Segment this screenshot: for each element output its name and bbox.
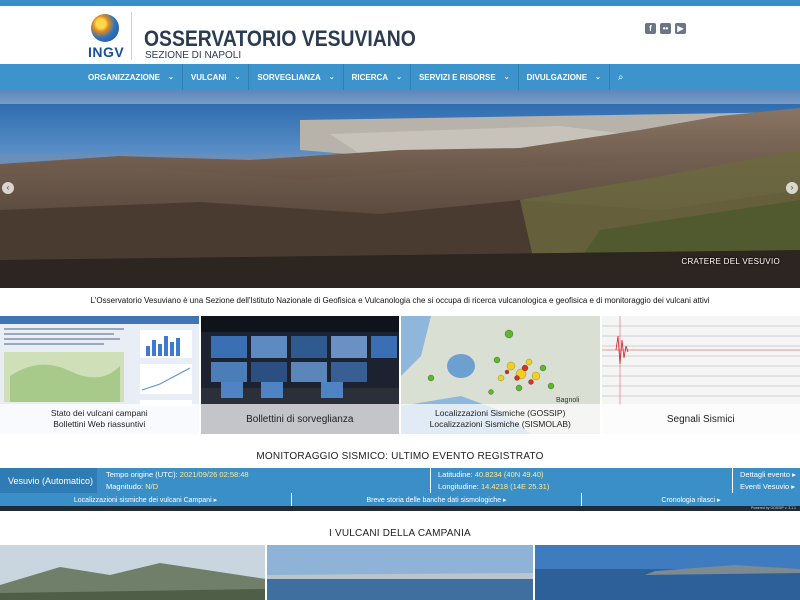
volcano-photo[interactable] bbox=[267, 545, 533, 600]
longitude-value: 14.4218 (14E 25.31) bbox=[480, 482, 550, 491]
nav-label: SERVIZI E RISORSE bbox=[418, 72, 496, 82]
origin-time-row: Tempo origine (UTC): 2021/09/26 02:58:48 bbox=[106, 470, 249, 479]
header-divider bbox=[131, 12, 132, 60]
chevron-down-icon: ⌄ bbox=[168, 74, 174, 81]
link-localizzazioni-campani[interactable]: Localizzazioni sismiche dei vulcani Camp… bbox=[0, 493, 292, 506]
site-header: INGV OSSERVATORIO VESUVIANO SEZIONE DI N… bbox=[0, 6, 800, 64]
tile-caption: Segnali Sismici bbox=[601, 404, 800, 434]
volcanoes-section-title: I VULCANI DELLA CAMPANIA bbox=[329, 528, 471, 539]
hero-caption: CRATERE DEL VESUVIO bbox=[681, 257, 780, 266]
prev-slide-icon[interactable]: ‹ bbox=[2, 182, 14, 194]
link-cronologia-rilasci[interactable]: Cronologia rilasci ▸ bbox=[582, 493, 800, 506]
social-links: f •• ▶ bbox=[645, 23, 686, 34]
latitude-row: Latitudine: 40.8234 (40N 49.40) bbox=[438, 470, 544, 479]
magnitude-label: Magnitudo: bbox=[106, 482, 144, 491]
nav-label: VULCANI bbox=[190, 72, 227, 82]
tile-localizzazioni-sismiche[interactable]: Bagnoli Localizzazioni Sismiche (GOSSIP)… bbox=[401, 316, 600, 434]
monitoring-links: Localizzazioni sismiche dei vulcani Camp… bbox=[0, 493, 800, 506]
nav-label: DIVULGAZIONE bbox=[526, 72, 588, 82]
bar-separator bbox=[430, 468, 431, 493]
tile-segnali-sismici[interactable]: Segnali Sismici bbox=[601, 316, 800, 434]
latitude-value: 40.8234 (40N 49.40) bbox=[474, 470, 544, 479]
next-slide-icon[interactable]: › bbox=[786, 182, 798, 194]
tile-caption-line: Bollettini di sorveglianza bbox=[246, 413, 354, 425]
search-icon[interactable]: ⌕ bbox=[610, 64, 632, 90]
ingv-logo[interactable]: INGV bbox=[88, 14, 125, 62]
facebook-icon[interactable]: f bbox=[645, 23, 656, 34]
last-event-bar: Vesuvio (Automatico) Tempo origine (UTC)… bbox=[0, 468, 800, 493]
main-nav: ORGANIZZAZIONE ⌄ VULCANI ⌄ SORVEGLIANZA ⌄ R… bbox=[0, 64, 800, 90]
nav-item-organizzazione[interactable]: ORGANIZZAZIONE ⌄ bbox=[80, 64, 183, 90]
origin-time-value: 2021/09/26 02:58:48 bbox=[179, 470, 249, 479]
nav-label: SORVEGLIANZA bbox=[257, 72, 321, 82]
monitoring-title: MONITORAGGIO SISMICO: ULTIMO EVENTO REGI… bbox=[256, 451, 544, 462]
youtube-icon[interactable]: ▶ bbox=[675, 23, 686, 34]
event-details-link[interactable]: Dettagli evento ▸ bbox=[740, 470, 796, 479]
globe-logo-icon bbox=[91, 14, 119, 42]
nav-item-ricerca[interactable]: RICERCA ⌄ bbox=[344, 64, 411, 90]
feature-tiles: Stato dei vulcani campani Bollettini Web… bbox=[0, 316, 800, 434]
bar-separator bbox=[732, 468, 733, 493]
longitude-label: Longitudine: bbox=[438, 482, 479, 491]
chevron-down-icon: ⌄ bbox=[396, 74, 402, 81]
chevron-down-icon: ⌄ bbox=[503, 74, 510, 81]
tile-caption-line: Localizzazioni Sismiche (GOSSIP) bbox=[435, 408, 566, 418]
crater-photo bbox=[0, 90, 800, 288]
tile-caption-line: Segnali Sismici bbox=[666, 413, 735, 425]
magnitude-row: Magnitudo: N/D bbox=[106, 482, 158, 491]
tile-caption-line: Stato dei vulcani campani bbox=[50, 408, 148, 418]
logo-text: INGV bbox=[88, 44, 125, 60]
tile-caption-line: Localizzazioni Sismiche (SISMOLAB) bbox=[429, 419, 571, 429]
nav-item-vulcani[interactable]: VULCANI ⌄ bbox=[183, 64, 250, 90]
hero-slider[interactable]: CRATERE DEL VESUVIO ‹ › bbox=[0, 90, 800, 288]
tile-bollettini-sorveglianza[interactable]: Bollettini di sorveglianza bbox=[200, 316, 399, 434]
longitude-row: Longitudine: 14.4218 (14E 25.31) bbox=[438, 482, 549, 491]
chevron-down-icon: ⌄ bbox=[234, 74, 241, 81]
tile-caption: Stato dei vulcani campani Bollettini Web… bbox=[0, 404, 199, 434]
nav-label: RICERCA bbox=[351, 72, 389, 82]
nav-item-servizi-e-risorse[interactable]: SERVIZI E RISORSE ⌄ bbox=[411, 64, 519, 90]
map-label-bagnoli: Bagnoli bbox=[556, 397, 580, 404]
tile-caption: Bollettini di sorveglianza bbox=[200, 404, 399, 434]
volcano-photo[interactable] bbox=[0, 545, 266, 600]
origin-time-label: Tempo origine (UTC): bbox=[106, 470, 178, 479]
powered-by: Powered by GOSSIP v. 3.1.1 bbox=[0, 506, 800, 511]
latitude-label: Latitudine: bbox=[438, 470, 473, 479]
tile-stato-vulcani[interactable]: Stato dei vulcani campani Bollettini Web… bbox=[0, 316, 199, 434]
chevron-down-icon: ⌄ bbox=[328, 74, 335, 81]
site-title[interactable]: OSSERVATORIO VESUVIANO bbox=[144, 26, 416, 52]
vesuvius-events-link[interactable]: Eventi Vesuvio ▸ bbox=[740, 482, 795, 491]
nav-item-sorveglianza[interactable]: SORVEGLIANZA ⌄ bbox=[249, 64, 344, 90]
link-storia-banche-dati[interactable]: Breve storia delle banche dati sismologi… bbox=[292, 493, 582, 506]
volcano-photo[interactable] bbox=[534, 545, 800, 600]
nav-label: ORGANIZZAZIONE bbox=[88, 72, 160, 82]
volcano-photos bbox=[0, 545, 800, 600]
tile-caption-line: Bollettini Web riassuntivi bbox=[53, 419, 146, 429]
intro-text: L'Osservatorio Vesuviano è una Sezione d… bbox=[90, 296, 710, 305]
magnitude-value: N/D bbox=[145, 482, 159, 491]
chevron-down-icon: ⌄ bbox=[595, 74, 601, 81]
nav-item-divulgazione[interactable]: DIVULGAZIONE ⌄ bbox=[519, 64, 610, 90]
volcano-selector[interactable]: Vesuvio (Automatico) bbox=[0, 468, 97, 493]
tile-caption: Localizzazioni Sismiche (GOSSIP) Localiz… bbox=[401, 404, 600, 434]
flickr-icon[interactable]: •• bbox=[660, 23, 671, 34]
site-subtitle: SEZIONE DI NAPOLI bbox=[145, 50, 242, 61]
